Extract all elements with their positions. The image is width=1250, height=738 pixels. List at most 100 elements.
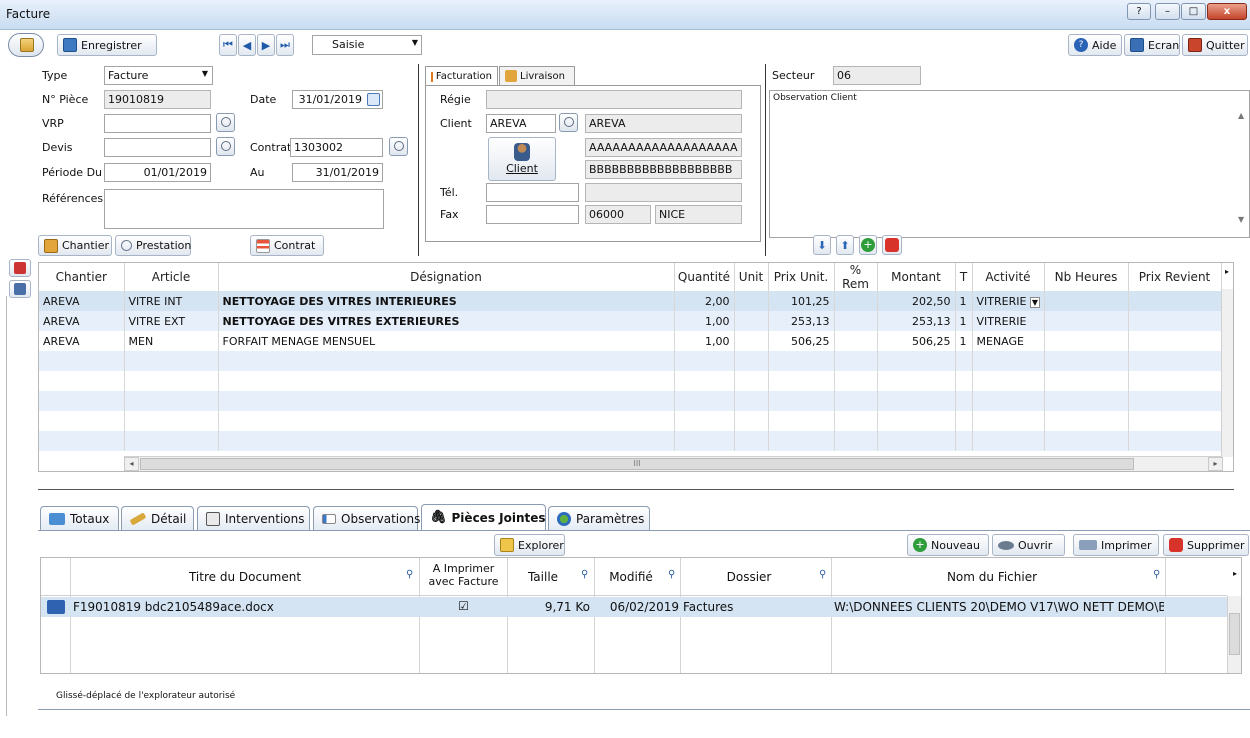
print-checkbox[interactable]: ☑ [420,599,507,613]
delete-attachment-button[interactable]: Supprimer [1163,534,1249,556]
quit-button[interactable]: Quitter [1182,34,1248,56]
col-chantier[interactable]: Chantier [39,263,125,291]
scroll-up-icon[interactable]: ▲ [1238,111,1244,120]
contrat-field[interactable]: 1303002 [290,138,383,157]
col-montant[interactable]: Montant [877,263,956,291]
search-icon[interactable]: ⚲ [819,569,826,580]
attachments-vertical-scrollbar[interactable] [1227,596,1241,673]
prestation-button[interactable]: Prestation [115,235,191,256]
tab-observations[interactable]: Observations [313,506,420,530]
devis-search-icon[interactable] [216,137,235,156]
explorer-button[interactable]: Explorer [494,534,565,556]
client-code-field[interactable]: AREVA [486,114,556,133]
scroll-left-icon[interactable]: ◂ [124,457,139,471]
col-t[interactable]: T [955,263,973,291]
add-line-button[interactable]: + [859,235,877,255]
vrp-search-icon[interactable] [216,113,235,132]
col-remise[interactable]: % Rem [834,263,878,291]
tel-field[interactable] [486,183,579,202]
empty-row[interactable] [39,391,1222,411]
col-nb-heures[interactable]: Nb Heures [1044,263,1129,291]
column-scroll-right-icon[interactable]: ▸ [1233,569,1237,578]
type-select[interactable]: Facture ▼ [104,66,213,85]
table-row[interactable]: AREVA VITRE EXT NETTOYAGE DES VITRES EXT… [39,311,1222,331]
periode-start-field[interactable]: 01/01/2019 [104,163,211,182]
attachment-row[interactable]: F19010819 bdc2105489ace.docx ☑ 9,71 Ko 0… [41,597,1227,617]
tab-detail[interactable]: Détail [121,506,194,530]
close-button[interactable]: x [1207,3,1247,20]
col-article[interactable]: Article [124,263,219,291]
empty-row[interactable] [39,411,1222,431]
tab-totaux[interactable]: Totaux [40,506,119,530]
client-address-2[interactable]: BBBBBBBBBBBBBBBBBBB [585,160,742,179]
col-taille[interactable]: Taille [508,570,578,584]
observation-client-box[interactable]: Observation Client [769,90,1250,238]
tab-parametres[interactable]: Paramètres [548,506,650,530]
table-row[interactable]: AREVA VITRE INT NETTOYAGE DES VITRES INT… [39,291,1222,311]
save-button[interactable]: Enregistrer [57,34,157,56]
delete-line-button[interactable] [882,235,902,255]
regie-field[interactable] [486,90,742,109]
first-record-button[interactable]: ⏮ [219,34,237,56]
minimize-button[interactable]: – [1155,3,1180,20]
client-address-1[interactable]: AAAAAAAAAAAAAAAAAAA [585,138,742,157]
chevron-down-icon[interactable]: ▼ [1029,296,1041,308]
client-button[interactable]: Client [488,137,556,181]
lines-vertical-scrollbar[interactable] [1221,289,1233,457]
col-dossier[interactable]: Dossier [681,570,817,584]
mode-select[interactable]: Saisie ▼ [312,35,422,55]
next-record-button[interactable]: ▶ [257,34,275,56]
screen-button[interactable]: Ecran [1124,34,1180,56]
fax-field[interactable] [486,205,579,224]
periode-end-field[interactable]: 31/01/2019 [292,163,383,182]
search-icon[interactable]: ⚲ [668,569,675,580]
side-tool-1[interactable] [9,259,31,277]
tab-interventions[interactable]: Interventions [197,506,310,530]
col-prix-unit[interactable]: Prix Unit. [768,263,835,291]
lines-horizontal-scrollbar[interactable]: ◂ III [124,456,1221,471]
tel-extra-field[interactable] [585,183,742,202]
print-attachment-button[interactable]: Imprimer [1073,534,1159,556]
contrat-button[interactable]: Contrat [250,235,324,256]
chantier-button[interactable]: Chantier [38,235,112,256]
col-designation[interactable]: Désignation [218,263,675,291]
secteur-field[interactable]: 06 [833,66,921,85]
help-button[interactable]: ? Aide [1068,34,1122,56]
search-icon[interactable]: ⚲ [1153,569,1160,580]
col-quantite[interactable]: Quantité [674,263,735,291]
client-search-icon[interactable] [559,113,578,132]
calendar-icon[interactable] [367,93,380,106]
col-modifie[interactable]: Modifié [595,570,667,584]
col-unit[interactable]: Unit [734,263,769,291]
empty-row[interactable] [39,431,1222,451]
move-up-button[interactable]: ⬆ [836,235,854,255]
move-down-button[interactable]: ⬇ [813,235,831,255]
contrat-search-icon[interactable] [389,137,408,156]
open-attachment-button[interactable]: Ouvrir [992,534,1065,556]
search-icon[interactable]: ⚲ [406,569,413,580]
tab-facturation[interactable]: Facturation [425,66,498,86]
col-titre[interactable]: Titre du Document [71,570,419,584]
col-prix-revient[interactable]: Prix Revient [1128,263,1222,291]
references-field[interactable] [104,189,384,229]
column-scroll-right-icon[interactable]: ▸ [1225,267,1229,276]
previous-record-button[interactable]: ◀ [238,34,256,56]
scroll-thumb[interactable] [1229,613,1240,655]
tab-livraison[interactable]: Livraison [499,66,575,85]
tab-pieces-jointes[interactable]: 🖇 Pièces Jointes [421,504,546,530]
last-record-button[interactable]: ⏭ [276,34,294,56]
empty-row[interactable] [39,371,1222,391]
col-fichier[interactable]: Nom du Fichier [832,570,1152,584]
city-field[interactable]: NICE [655,205,742,224]
postal-code-field[interactable]: 06000 [585,205,651,224]
col-activite[interactable]: Activité [972,263,1045,291]
piece-number-field[interactable]: 19010819 [104,90,211,109]
splitter[interactable] [38,489,1234,490]
menu-orb-button[interactable] [8,33,44,57]
scroll-thumb[interactable]: III [140,458,1134,470]
scroll-right-icon[interactable]: ▸ [1208,457,1223,471]
table-row[interactable]: AREVA MEN FORFAIT MENAGE MENSUEL 1,00 50… [39,331,1222,351]
scroll-down-icon[interactable]: ▼ [1238,215,1244,224]
vrp-field[interactable] [104,114,211,133]
client-name-field[interactable]: AREVA [585,114,742,133]
